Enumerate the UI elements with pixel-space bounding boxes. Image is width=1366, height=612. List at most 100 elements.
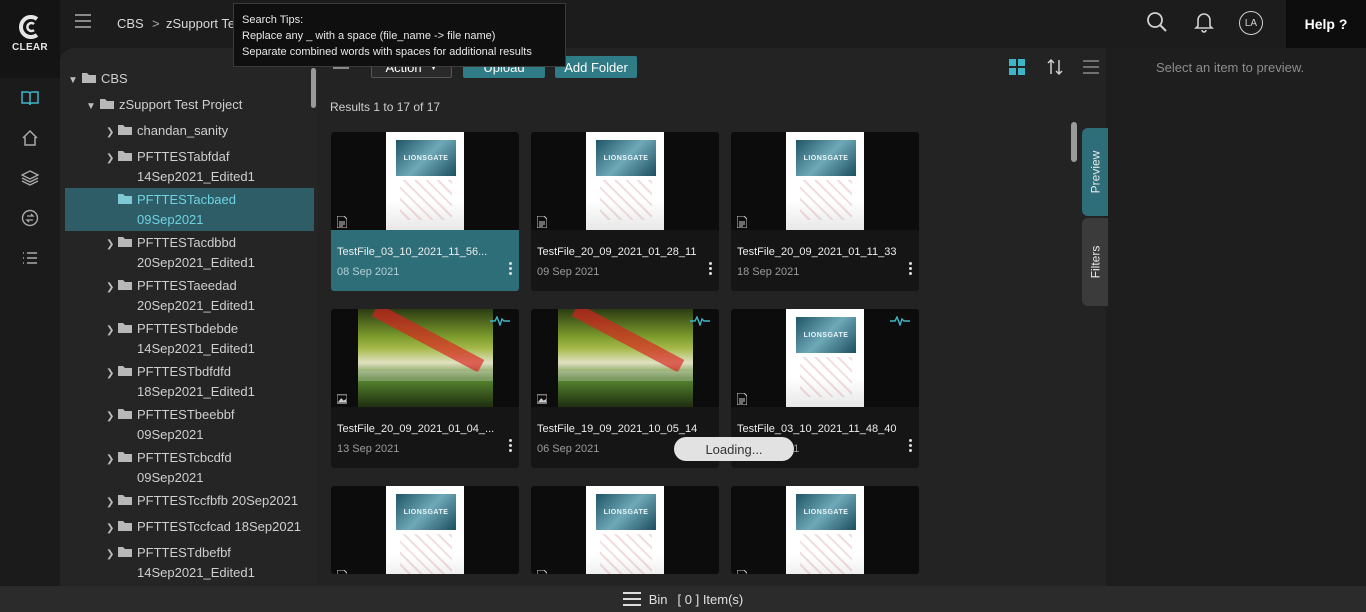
breadcrumb-root[interactable]: CBS <box>117 16 144 31</box>
more-options-icon[interactable] <box>509 439 513 453</box>
layers-icon[interactable] <box>21 169 39 187</box>
folder-label-line1: PFTTESTdbefbf <box>137 545 231 560</box>
waveform-icon <box>490 316 510 326</box>
tab-filters[interactable]: Filters <box>1082 218 1108 306</box>
document-preview: LIONSGATE <box>386 486 464 574</box>
brand-name: CLEAR <box>12 42 48 53</box>
chevron-right-icon[interactable]: ❯ <box>106 321 114 341</box>
more-options-icon[interactable] <box>509 262 513 276</box>
waveform-icon <box>890 316 910 326</box>
chevron-right-icon[interactable]: ❯ <box>106 123 114 143</box>
bin-menu-icon[interactable] <box>622 592 641 606</box>
list-view-icon[interactable] <box>1082 59 1100 75</box>
asset-name[interactable]: TestFile_20_09_2021_01_04_... <box>337 423 507 435</box>
tab-preview-label: Preview <box>1088 150 1102 194</box>
chevron-right-icon[interactable]: ❯ <box>106 493 114 513</box>
more-options-icon[interactable] <box>709 262 713 276</box>
asset-name[interactable]: TestFile_03_10_2021_11_48_40 <box>737 423 907 435</box>
menu-toggle-icon[interactable] <box>75 14 91 28</box>
grid-scrollbar[interactable] <box>1071 122 1077 162</box>
search-tips-tooltip: Search Tips: Replace any _ with a space … <box>233 3 566 67</box>
asset-thumbnail[interactable]: LIONSGATE <box>331 486 519 574</box>
document-preview: LIONSGATE <box>386 132 464 230</box>
folder-label-line2: 09Sep2021 <box>137 212 204 227</box>
grid-view-icon[interactable] <box>1008 58 1026 76</box>
folder-icon <box>118 366 132 376</box>
chevron-down-icon[interactable]: ▼ <box>68 71 78 91</box>
document-preview: LIONSGATE <box>786 486 864 574</box>
folder-icon <box>118 323 132 333</box>
tooltip-title: Search Tips: <box>242 14 304 26</box>
asset-name[interactable]: TestFile_03_10_2021_11_56... <box>337 246 507 258</box>
document-preview: LIONSGATE <box>586 486 664 574</box>
folder-icon <box>118 125 132 135</box>
asset-date: 06 Sep 2021 <box>537 443 600 455</box>
folder-label-line2: 09Sep2021 <box>137 427 204 442</box>
asset-date: 13 Sep 2021 <box>337 443 400 455</box>
folder-open-icon <box>100 99 114 109</box>
folder-label-line2: 14Sep2021_Edited1 <box>137 341 255 356</box>
document-preview: LIONSGATE <box>786 132 864 230</box>
breadcrumb-separator: > <box>152 16 160 31</box>
folder-label-line1: PFTTESTaeedad <box>137 278 237 293</box>
asset-card[interactable]: LIONSGATE <box>331 486 519 574</box>
more-options-icon[interactable] <box>909 439 913 453</box>
asset-card[interactable]: LIONSGATE TestFile_20_09_2021_01_28_11 09 … <box>531 132 719 291</box>
bin-footer[interactable]: Bin [ 0 ] Item(s) <box>0 586 1366 612</box>
asset-thumbnail[interactable]: LIONSGATE <box>731 309 919 407</box>
tab-filters-label: Filters <box>1088 245 1103 279</box>
asset-card[interactable]: TestFile_20_09_2021_01_04_... 13 Sep 2021 <box>331 309 519 468</box>
select-all-icon[interactable] <box>333 67 349 69</box>
asset-card[interactable]: LIONSGATE <box>531 486 719 574</box>
asset-card[interactable]: LIONSGATE TestFile_20_09_2021_01_11_33 18 … <box>731 132 919 291</box>
chevron-right-icon[interactable]: ❯ <box>106 364 114 384</box>
clear-logo-icon <box>19 15 39 39</box>
document-file-icon <box>537 216 547 228</box>
folder-label-line2: 20Sep2021_Edited1 <box>137 298 255 313</box>
task-list-icon[interactable] <box>21 249 39 267</box>
asset-thumbnail[interactable]: LIONSGATE <box>531 486 719 574</box>
clear-logo[interactable]: CLEAR <box>0 0 60 78</box>
folder-icon <box>118 495 132 505</box>
bell-icon[interactable] <box>1194 11 1214 33</box>
home-icon[interactable] <box>21 129 39 147</box>
chevron-right-icon[interactable]: ❯ <box>106 545 114 565</box>
asset-thumbnail[interactable] <box>531 309 719 407</box>
asset-thumbnail[interactable]: LIONSGATE <box>731 486 919 574</box>
asset-thumbnail[interactable]: LIONSGATE <box>731 132 919 230</box>
breadcrumb-project[interactable]: zSupport Te <box>166 16 235 31</box>
tree-node-label: zSupport Test Project <box>119 97 243 112</box>
asset-thumbnail[interactable] <box>331 309 519 407</box>
library-book-icon[interactable] <box>21 89 39 107</box>
asset-card[interactable]: LIONSGATE <box>731 486 919 574</box>
asset-card[interactable]: LIONSGATE TestFile_03_10_2021_11_56... 08 … <box>331 132 519 291</box>
add-folder-button[interactable]: Add Folder <box>555 56 637 78</box>
asset-thumbnail[interactable]: LIONSGATE <box>331 132 519 230</box>
chevron-down-icon[interactable]: ▼ <box>86 97 96 117</box>
transfer-icon[interactable] <box>21 209 39 227</box>
tab-preview[interactable]: Preview <box>1082 128 1108 216</box>
help-button[interactable]: Help ? <box>1286 0 1366 48</box>
chevron-right-icon[interactable]: ❯ <box>106 407 114 427</box>
chevron-right-icon[interactable]: ❯ <box>106 235 114 255</box>
folder-icon <box>118 280 132 290</box>
folder-label-line1: PFTTESTbdfdfd <box>137 364 231 379</box>
more-options-icon[interactable] <box>909 262 913 276</box>
asset-thumbnail[interactable]: LIONSGATE <box>531 132 719 230</box>
chevron-right-icon[interactable]: ❯ <box>106 450 114 470</box>
chevron-right-icon[interactable]: ❯ <box>106 149 114 169</box>
waveform-icon <box>690 316 710 326</box>
search-icon[interactable] <box>1146 11 1168 33</box>
asset-name[interactable]: TestFile_20_09_2021_01_28_11 <box>537 246 707 258</box>
results-count: Results 1 to 17 of 17 <box>330 100 441 114</box>
tooltip-line-1: Replace any _ with a space (file_name ->… <box>242 30 496 42</box>
chevron-right-icon[interactable]: ❯ <box>106 519 114 539</box>
chevron-right-icon[interactable]: ❯ <box>106 278 114 298</box>
asset-name[interactable]: TestFile_19_09_2021_10_05_14 <box>537 423 707 435</box>
tree-scrollbar[interactable] <box>311 68 316 108</box>
folder-icon <box>118 521 132 531</box>
asset-name[interactable]: TestFile_20_09_2021_01_11_33 <box>737 246 907 258</box>
sort-icon[interactable] <box>1046 58 1064 76</box>
user-avatar[interactable]: LA <box>1239 11 1263 35</box>
document-preview: LIONSGATE <box>786 309 864 407</box>
